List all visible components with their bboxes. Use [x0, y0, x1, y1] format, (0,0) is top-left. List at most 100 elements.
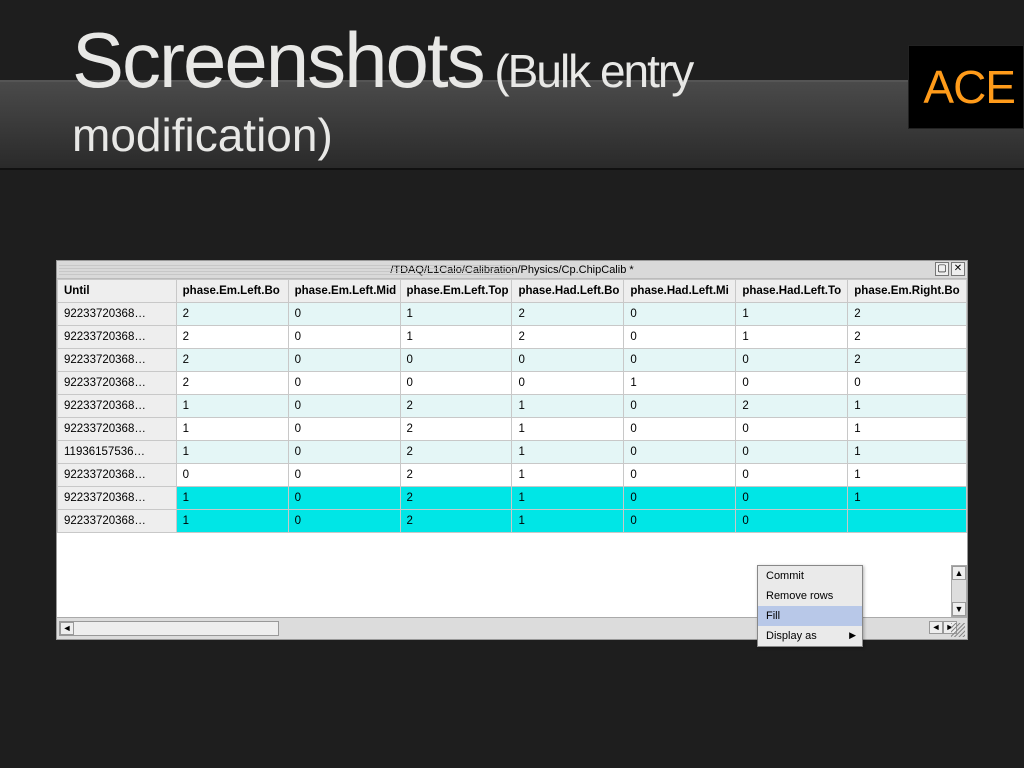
scroll-left2-icon[interactable]: ◄ — [929, 621, 943, 634]
menu-item[interactable]: Fill — [758, 606, 862, 626]
row-header-cell[interactable]: 92233720368… — [58, 510, 177, 533]
data-cell[interactable]: 1 — [176, 418, 288, 441]
menu-item[interactable]: Commit — [758, 566, 862, 586]
data-cell[interactable]: 2 — [176, 303, 288, 326]
data-cell[interactable]: 0 — [736, 418, 848, 441]
row-header-cell[interactable]: 92233720368… — [58, 349, 177, 372]
data-cell[interactable]: 2 — [736, 395, 848, 418]
data-cell[interactable]: 1 — [512, 487, 624, 510]
data-grid[interactable]: Untilphase.Em.Left.Bophase.Em.Left.Midph… — [57, 279, 967, 533]
data-cell[interactable]: 2 — [848, 303, 967, 326]
data-cell[interactable]: 2 — [512, 326, 624, 349]
data-cell[interactable]: 1 — [176, 441, 288, 464]
table-row[interactable]: 92233720368…1021001 — [58, 418, 967, 441]
data-cell[interactable]: 0 — [400, 372, 512, 395]
table-row[interactable]: 92233720368…1021001 — [58, 487, 967, 510]
scroll-down-icon[interactable]: ▼ — [952, 602, 966, 616]
data-cell[interactable] — [848, 510, 967, 533]
row-header-cell[interactable]: 92233720368… — [58, 464, 177, 487]
data-cell[interactable]: 0 — [736, 510, 848, 533]
vertical-scrollbar[interactable]: ▲ ▼ — [951, 565, 967, 617]
table-row[interactable]: 11936157536…1021001 — [58, 441, 967, 464]
data-cell[interactable]: 2 — [400, 441, 512, 464]
column-header[interactable]: phase.Em.Left.Top — [400, 280, 512, 303]
data-cell[interactable]: 0 — [288, 464, 400, 487]
data-cell[interactable]: 0 — [288, 418, 400, 441]
data-cell[interactable]: 0 — [736, 349, 848, 372]
column-header[interactable]: phase.Had.Left.To — [736, 280, 848, 303]
data-cell[interactable]: 2 — [848, 326, 967, 349]
table-row[interactable]: 92233720368…2000002 — [58, 349, 967, 372]
data-cell[interactable]: 1 — [176, 510, 288, 533]
close-button[interactable]: ✕ — [951, 262, 965, 276]
data-cell[interactable]: 1 — [400, 326, 512, 349]
data-cell[interactable]: 0 — [176, 464, 288, 487]
row-header-cell[interactable]: 92233720368… — [58, 326, 177, 349]
data-cell[interactable]: 1 — [512, 510, 624, 533]
data-cell[interactable]: 0 — [288, 349, 400, 372]
menu-item[interactable]: Display as▶ — [758, 626, 862, 646]
data-cell[interactable]: 0 — [288, 510, 400, 533]
data-cell[interactable]: 0 — [512, 349, 624, 372]
data-cell[interactable]: 0 — [736, 487, 848, 510]
data-cell[interactable]: 1 — [176, 395, 288, 418]
data-cell[interactable]: 0 — [736, 372, 848, 395]
column-header[interactable]: phase.Had.Left.Mi — [624, 280, 736, 303]
data-cell[interactable]: 0 — [288, 395, 400, 418]
column-header[interactable]: phase.Em.Left.Bo — [176, 280, 288, 303]
resize-grip-icon[interactable] — [951, 623, 965, 637]
data-cell[interactable]: 0 — [624, 464, 736, 487]
table-row[interactable]: 92233720368…0021001 — [58, 464, 967, 487]
data-cell[interactable]: 0 — [288, 487, 400, 510]
column-header[interactable]: phase.Em.Right.Bo — [848, 280, 967, 303]
column-header[interactable]: phase.Em.Left.Mid — [288, 280, 400, 303]
data-cell[interactable]: 1 — [624, 372, 736, 395]
data-cell[interactable]: 1 — [736, 326, 848, 349]
data-cell[interactable]: 0 — [512, 372, 624, 395]
data-cell[interactable]: 0 — [624, 349, 736, 372]
data-cell[interactable]: 0 — [624, 487, 736, 510]
data-cell[interactable]: 0 — [288, 326, 400, 349]
data-cell[interactable]: 1 — [736, 303, 848, 326]
row-header-cell[interactable]: 11936157536… — [58, 441, 177, 464]
table-row[interactable]: 92233720368…1021021 — [58, 395, 967, 418]
column-header[interactable]: Until — [58, 280, 177, 303]
data-cell[interactable]: 1 — [512, 464, 624, 487]
row-header-cell[interactable]: 92233720368… — [58, 303, 177, 326]
horizontal-scrollbar[interactable]: ◄ — [59, 621, 279, 636]
row-header-cell[interactable]: 92233720368… — [58, 395, 177, 418]
data-cell[interactable]: 0 — [624, 441, 736, 464]
data-cell[interactable]: 2 — [176, 326, 288, 349]
data-cell[interactable]: 2 — [176, 372, 288, 395]
data-cell[interactable]: 1 — [848, 441, 967, 464]
table-row[interactable]: 92233720368…2012012 — [58, 303, 967, 326]
data-cell[interactable]: 2 — [848, 349, 967, 372]
menu-item[interactable]: Remove rows — [758, 586, 862, 606]
data-cell[interactable]: 2 — [400, 510, 512, 533]
table-row[interactable]: 92233720368…2012012 — [58, 326, 967, 349]
data-cell[interactable]: 2 — [400, 464, 512, 487]
data-cell[interactable]: 2 — [400, 487, 512, 510]
row-header-cell[interactable]: 92233720368… — [58, 487, 177, 510]
data-cell[interactable]: 0 — [624, 326, 736, 349]
data-cell[interactable]: 1 — [176, 487, 288, 510]
data-cell[interactable]: 1 — [512, 395, 624, 418]
scroll-up-icon[interactable]: ▲ — [952, 566, 966, 580]
row-header-cell[interactable]: 92233720368… — [58, 372, 177, 395]
data-cell[interactable]: 0 — [288, 303, 400, 326]
data-cell[interactable]: 0 — [848, 372, 967, 395]
data-cell[interactable]: 0 — [288, 441, 400, 464]
table-row[interactable]: 92233720368…2000100 — [58, 372, 967, 395]
data-cell[interactable]: 1 — [848, 487, 967, 510]
row-header-cell[interactable]: 92233720368… — [58, 418, 177, 441]
data-cell[interactable]: 1 — [512, 441, 624, 464]
data-cell[interactable]: 1 — [848, 464, 967, 487]
data-cell[interactable]: 2 — [400, 418, 512, 441]
drag-handle-icon[interactable] — [59, 263, 514, 275]
data-cell[interactable]: 2 — [400, 395, 512, 418]
data-cell[interactable]: 0 — [400, 349, 512, 372]
data-cell[interactable]: 2 — [176, 349, 288, 372]
data-cell[interactable]: 0 — [624, 395, 736, 418]
data-cell[interactable]: 0 — [624, 418, 736, 441]
data-cell[interactable]: 1 — [512, 418, 624, 441]
